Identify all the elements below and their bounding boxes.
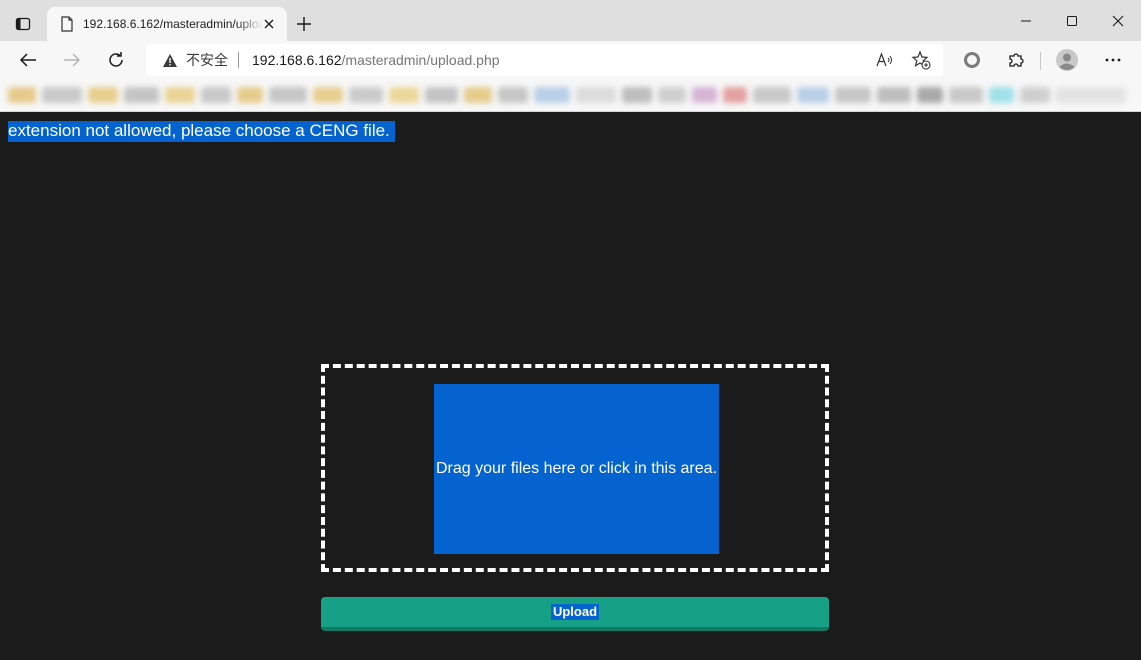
page-content: extension not allowed, please choose a C… [0,112,1141,660]
file-dropzone[interactable]: Drag your files here or click in this ar… [321,364,829,572]
security-label[interactable]: 不安全 [186,50,228,70]
tab-title: 192.168.6.162/masteradmin/upload.php [83,17,263,31]
forward-arrow-icon[interactable] [57,45,87,75]
favorites-bar [0,79,1141,112]
refresh-icon[interactable] [101,45,131,75]
read-aloud-icon[interactable] [875,50,895,70]
circle-icon[interactable] [957,45,987,75]
more-icon[interactable] [1098,45,1128,75]
close-icon[interactable] [261,16,277,32]
puzzle-icon[interactable] [1001,45,1031,75]
active-tab[interactable]: 192.168.6.162/masteradmin/upload.php [47,7,287,41]
file-drop-area[interactable]: Drag your files here or click in this ar… [434,384,719,554]
plus-icon[interactable] [292,12,316,36]
tab-actions-icon[interactable] [9,11,37,37]
close-window-icon[interactable] [1102,6,1134,36]
error-message: extension not allowed, please choose a C… [8,121,395,142]
warning-icon[interactable] [162,52,178,68]
favorites-bar-blurred [8,82,1132,107]
url-path: /masteradmin/upload.php [341,52,500,68]
dropzone-text: Drag your files here or click in this ar… [436,460,717,477]
star-plus-icon[interactable] [911,50,931,70]
browser-window: 192.168.6.162/masteradmin/upload.php [0,0,1141,660]
minimize-icon[interactable] [1010,6,1042,36]
page-icon [59,16,75,32]
avatar-icon[interactable] [1052,45,1082,75]
tab-bar: 192.168.6.162/masteradmin/upload.php [0,0,1141,41]
address-divider [238,52,239,68]
toolbar: 不安全 192.168.6.162/masteradmin/upload.php [0,41,1141,79]
back-arrow-icon[interactable] [13,45,43,75]
upload-button[interactable]: Upload [321,597,829,631]
toolbar-separator [1040,52,1041,70]
maximize-icon[interactable] [1056,6,1088,36]
address-bar[interactable]: 不安全 192.168.6.162/masteradmin/upload.php [146,44,943,76]
url-host: 192.168.6.162 [252,52,342,68]
upload-button-label: Upload [550,604,600,620]
url-text[interactable]: 192.168.6.162/masteradmin/upload.php [252,52,500,68]
